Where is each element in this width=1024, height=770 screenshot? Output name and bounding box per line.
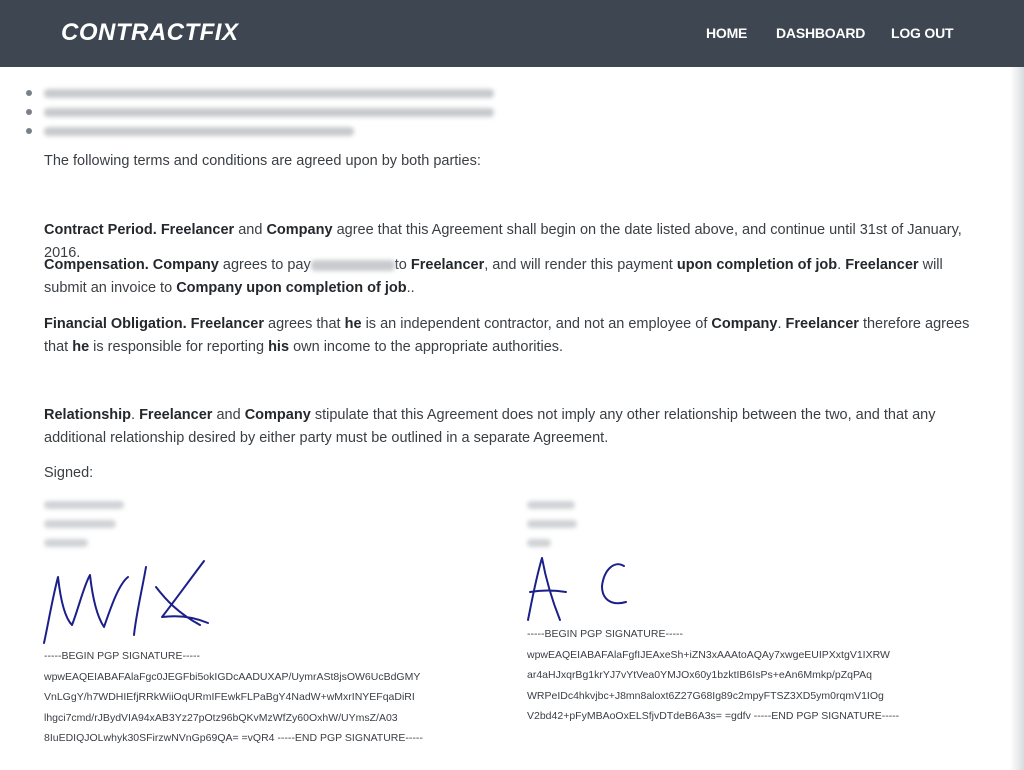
clause-text: is an independent contractor, and not an… <box>365 316 708 332</box>
redacted-text <box>44 539 88 547</box>
nav-logout-link[interactable]: LOG OUT <box>891 25 954 41</box>
emphasis-text: upon completion of job <box>676 257 838 273</box>
clause-text: . <box>777 316 782 332</box>
financial-obligation-clause: Financial Obligation. Freelancer agrees … <box>44 313 984 359</box>
relationship-clause: Relationship. Freelancer and Company sti… <box>44 404 989 450</box>
clause-text: and <box>238 222 263 238</box>
redacted-text <box>527 501 575 509</box>
pgp-line: WRPeIDc4hkvjbc+J8mn8aloxt6Z27G68Ig89c2mp… <box>527 689 884 702</box>
party-name: Company <box>266 222 333 238</box>
clause-text: to <box>394 257 407 273</box>
bullet-icon <box>26 128 32 134</box>
redacted-signer-info-left <box>44 501 124 558</box>
redacted-text <box>44 520 116 528</box>
clause-text: and <box>216 407 241 423</box>
party-name: Freelancer <box>785 316 859 332</box>
pgp-line: -----BEGIN PGP SIGNATURE----- <box>44 650 200 662</box>
party-name: Freelancer <box>190 316 264 332</box>
redacted-text <box>44 89 494 98</box>
redacted-amount <box>310 259 395 271</box>
party-name: Freelancer <box>160 222 235 238</box>
top-navbar: CONTRACTFIX HOME DASHBOARD LOG OUT <box>0 0 1024 67</box>
intro-text: The following terms and conditions are a… <box>44 153 481 169</box>
signed-label: Signed: <box>44 465 94 481</box>
pgp-line: 8IuEDIQJOLwhyk30SFirzwNVnGp69QA= =vQR4 -… <box>44 732 423 744</box>
redacted-text <box>527 520 577 528</box>
clause-text: .. <box>406 280 415 296</box>
pgp-line: wpwEAQEIABAFAlaFgfIJEAxeSh+iZN3xAAAtoAQA… <box>527 648 890 661</box>
party-name: Company <box>711 316 778 332</box>
party-name: Freelancer <box>845 257 919 273</box>
clause-text: . <box>131 407 136 423</box>
handwritten-signature-right <box>527 557 627 621</box>
emphasis-text: Company upon completion of job <box>176 280 407 296</box>
redacted-text <box>44 501 124 509</box>
party-name: Company <box>152 257 219 273</box>
bullet-icon <box>26 109 32 115</box>
brand-logo[interactable]: CONTRACTFIX <box>61 19 238 47</box>
pgp-line: wpwEAQEIABAFAlaFgc0JEGFbi5okIGDcAADUXAP/… <box>44 670 421 683</box>
party-name: Freelancer <box>410 257 485 273</box>
redacted-text <box>44 108 494 117</box>
clause-text: , and will render this payment <box>484 257 673 273</box>
emphasis-text: he <box>72 339 90 355</box>
redacted-text <box>527 539 551 547</box>
pgp-line: VnLGgY/h7WDHIEfjRRkWiiOqURmIFEwkFLPaBgY4… <box>44 691 415 703</box>
clause-heading: Financial Obligation. <box>44 316 187 332</box>
pgp-line: -----BEGIN PGP SIGNATURE----- <box>527 628 683 640</box>
clause-heading: Compensation. <box>44 257 149 273</box>
emphasis-text: he <box>344 316 362 332</box>
clause-text: agrees that <box>268 316 341 332</box>
clause-text: agrees to pay <box>222 257 311 273</box>
party-name: Company <box>244 407 311 423</box>
pgp-line: lhgci7cmd/rJBydVIA94xAB3Yz27pOtz96bQKvMz… <box>44 711 398 724</box>
clause-text: . <box>837 257 842 273</box>
nav-dashboard-link[interactable]: DASHBOARD <box>776 25 865 41</box>
compensation-clause: Compensation. Company agrees to pay to Fr… <box>44 254 974 300</box>
handwritten-signature-left <box>43 560 209 644</box>
pgp-signature-left: -----BEGIN PGP SIGNATURE----- wpwEAQEIAB… <box>44 646 423 749</box>
redacted-text <box>44 127 354 136</box>
nav-home-link[interactable]: HOME <box>706 25 747 41</box>
emphasis-text: his <box>268 339 290 355</box>
pgp-signature-right: -----BEGIN PGP SIGNATURE----- wpwEAQEIAB… <box>527 624 899 727</box>
page-shadow-edge <box>1010 67 1024 770</box>
clause-text: own income to the appropriate authoritie… <box>293 339 564 355</box>
clause-heading: Contract Period. <box>44 222 157 238</box>
bullet-icon <box>26 90 32 96</box>
pgp-line: ar4aHJxqrBg1krYJ7vYtVea0YMJOx60y1bzktIB6… <box>527 669 873 681</box>
clause-text: is responsible for reporting <box>93 339 265 355</box>
party-name: Freelancer <box>139 407 213 423</box>
pgp-line: V2bd42+pFyMBAoOxELSfjvDTdeB6A3s= =gdfv -… <box>527 710 900 722</box>
clause-heading: Relationship <box>44 407 132 423</box>
